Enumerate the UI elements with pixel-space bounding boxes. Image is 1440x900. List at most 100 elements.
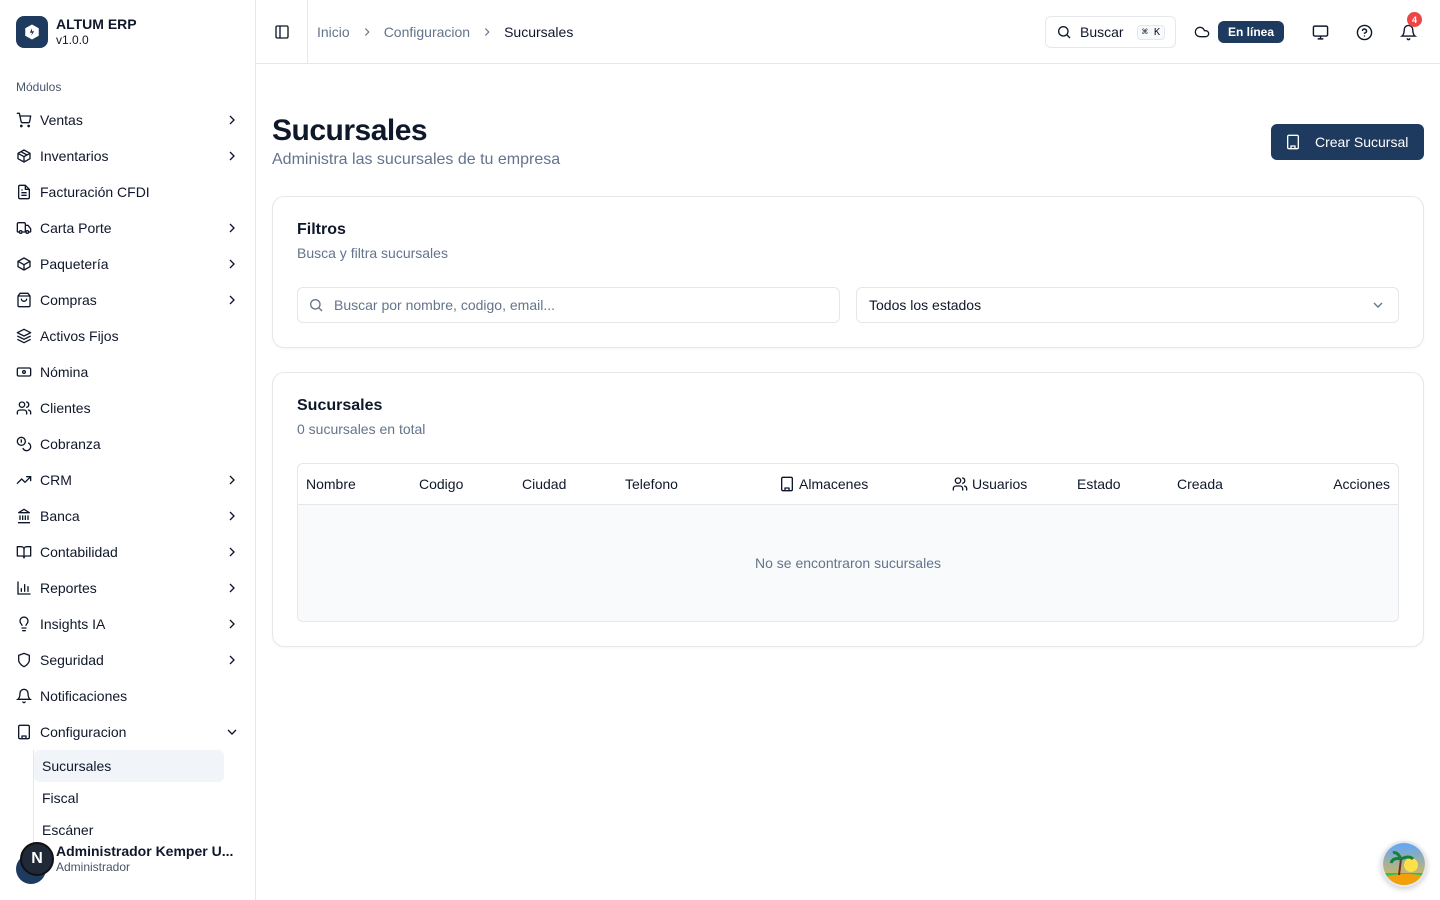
column-header-label: Almacenes (799, 476, 869, 492)
status-filter-select[interactable]: Todos los estados (856, 287, 1399, 323)
table-header: Nombre Codigo Ciudad Telefono Almacenes … (298, 464, 1398, 505)
sidebar-item-label: Activos Fijos (40, 328, 119, 344)
sidebar-item-activos-fijos[interactable]: Activos Fijos (8, 318, 248, 354)
column-header-label: Usuarios (972, 476, 1028, 492)
avatar: N (20, 842, 54, 876)
sidebar-item-configuracion[interactable]: Configuracion (8, 714, 248, 750)
building-icon (18, 724, 30, 740)
search-icon (310, 299, 323, 312)
sidebar-item-clientes[interactable]: Clientes (8, 390, 248, 426)
sidebar-item-facturacion[interactable]: Facturación CFDI (8, 174, 248, 210)
search-shortcut: ⌘ K (1136, 24, 1165, 40)
sidebar-item-label: Paquetería (40, 256, 109, 272)
user-profile[interactable]: N Administrador Kemper U... Administrado… (16, 842, 248, 884)
column-header-creada[interactable]: Creada (1177, 476, 1223, 492)
sidebar-item-label: Reportes (40, 580, 97, 596)
display-button[interactable] (1304, 16, 1336, 48)
book-icon (16, 546, 32, 559)
sidebar-item-label: Insights IA (40, 616, 106, 632)
sidebar-item-cobranza[interactable]: Cobranza (8, 426, 248, 462)
brand[interactable]: ALTUM ERP v1.0.0 (16, 16, 137, 48)
column-header-telefono[interactable]: Telefono (625, 476, 678, 492)
sidebar-item-nomina[interactable]: Nómina (8, 354, 248, 390)
sidebar-item-compras[interactable]: Compras (8, 282, 248, 318)
floating-assistant-button[interactable] (1381, 841, 1427, 887)
branch-search-input[interactable] (334, 297, 814, 313)
app-version: v1.0.0 (56, 33, 89, 47)
sidebar-subitem-fiscal[interactable]: Fiscal (34, 782, 224, 814)
filters-card: Filtros Busca y filtra sucursales Todos … (272, 196, 1424, 348)
chevron-right-icon (229, 151, 235, 161)
page-title: Sucursales (272, 114, 428, 147)
connection-status-badge: En línea (1217, 21, 1284, 43)
column-header-nombre[interactable]: Nombre (306, 476, 356, 492)
search-icon (1057, 26, 1071, 39)
building-icon (1287, 134, 1299, 150)
coins-icon (16, 436, 32, 452)
branches-card: Sucursales 0 sucursales en total Nombre … (272, 372, 1424, 647)
shopping-bag-icon (17, 292, 31, 308)
sidebar-item-crm[interactable]: CRM (8, 462, 248, 498)
sidebar-item-inventarios[interactable]: Inventarios (8, 138, 248, 174)
notifications-button[interactable]: 4 (1392, 12, 1424, 48)
sidebar-item-label: Nómina (40, 364, 89, 380)
sidebar-item-label: Seguridad (40, 652, 104, 668)
banknote-icon (16, 367, 32, 377)
sidebar-item-label: Carta Porte (40, 220, 112, 236)
filters-title: Filtros (297, 221, 346, 238)
sidebar-item-paqueteria[interactable]: Paquetería (8, 246, 248, 282)
sidebar-item-seguridad[interactable]: Seguridad (8, 642, 248, 678)
sidebar-nav: Ventas Inventarios Facturación CFDI Cart… (8, 102, 248, 846)
sidebar-item-label: Configuracion (40, 724, 127, 740)
sidebar-item-ventas[interactable]: Ventas (8, 102, 248, 138)
sidebar-toggle-button[interactable] (256, 0, 308, 64)
table-empty-state: No se encontraron sucursales (298, 505, 1398, 621)
sidebar-item-label: Cobranza (40, 436, 101, 452)
column-header-usuarios[interactable]: Usuarios (952, 476, 1027, 492)
global-search-button[interactable]: Buscar ⌘ K (1044, 16, 1176, 48)
lightbulb-icon (19, 616, 29, 632)
sidebar-item-reportes[interactable]: Reportes (8, 570, 248, 606)
box-icon (17, 257, 31, 271)
sidebar-item-contabilidad[interactable]: Contabilidad (8, 534, 248, 570)
user-name: Administrador Kemper U... (56, 843, 234, 859)
column-header-almacenes[interactable]: Almacenes (779, 476, 868, 492)
column-header-estado[interactable]: Estado (1077, 476, 1121, 492)
column-header-codigo[interactable]: Codigo (419, 476, 463, 492)
sidebar-subitem-sucursales[interactable]: Sucursales (34, 750, 224, 782)
sidebar-item-carta-porte[interactable]: Carta Porte (8, 210, 248, 246)
filters-description: Busca y filtra sucursales (297, 245, 448, 261)
breadcrumb-inicio[interactable]: Inicio (317, 24, 350, 40)
chevron-right-icon (229, 583, 235, 593)
help-button[interactable] (1348, 16, 1380, 48)
breadcrumb-configuracion[interactable]: Configuracion (384, 24, 470, 40)
column-header-ciudad[interactable]: Ciudad (522, 476, 566, 492)
help-circle-icon (1356, 24, 1372, 40)
chevron-right-icon (229, 475, 235, 485)
bar-chart-icon (17, 581, 31, 595)
sidebar-item-label: Banca (40, 508, 80, 524)
sidebar-item-notificaciones[interactable]: Notificaciones (8, 678, 248, 714)
chevron-right-icon (364, 27, 370, 36)
sidebar-item-label: CRM (40, 472, 72, 488)
sidebar-item-insights[interactable]: Insights IA (8, 606, 248, 642)
trending-icon (16, 476, 32, 484)
search-button-label: Buscar (1079, 24, 1124, 40)
branches-title: Sucursales (297, 397, 383, 414)
chevron-right-icon (229, 619, 235, 629)
package-icon (17, 149, 31, 163)
create-branch-label: Crear Sucursal (1315, 134, 1409, 150)
sidebar-item-banca[interactable]: Banca (8, 498, 248, 534)
chevron-right-icon (229, 223, 235, 233)
create-branch-button[interactable]: Crear Sucursal (1271, 124, 1424, 160)
breadcrumb: Inicio Configuracion Sucursales (317, 24, 573, 40)
sidebar-item-label: Clientes (40, 400, 91, 416)
sidebar: ALTUM ERP v1.0.0 Módulos Ventas Inventar… (0, 0, 256, 900)
sidebar-item-label: Compras (40, 292, 97, 308)
chevron-right-icon (229, 655, 235, 665)
sidebar-item-label: Ventas (40, 112, 83, 128)
cloud-icon (1194, 26, 1210, 38)
top-header: Inicio Configuracion Sucursales Buscar ⌘… (256, 0, 1440, 64)
branches-count: 0 sucursales en total (297, 421, 426, 437)
branch-search-field[interactable] (297, 287, 840, 323)
